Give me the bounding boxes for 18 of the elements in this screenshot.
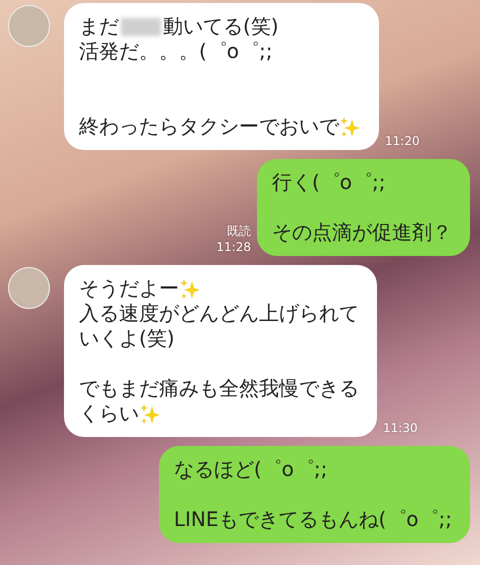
read-receipt: 既読 bbox=[227, 223, 251, 240]
message-time: 11:20 bbox=[385, 134, 420, 148]
avatar[interactable] bbox=[8, 267, 50, 309]
message-text: くらい bbox=[79, 401, 139, 426]
message-text: 終わったらタクシーでおいで bbox=[79, 114, 339, 139]
message-time: 11:28 bbox=[216, 240, 251, 254]
message-text: なるほど(゜o゜;; bbox=[174, 457, 328, 482]
message-text: そうだよー bbox=[79, 276, 179, 301]
message-text: 行く(゜o゜;; bbox=[272, 170, 386, 195]
message-text: その点滴が促進剤？ bbox=[272, 220, 452, 245]
message-text: いくよ(笑) bbox=[79, 326, 175, 351]
message-text: 入る速度がどんどん上げられて bbox=[79, 301, 359, 326]
message-text: LINEもできてるもんね(゜o゜;; bbox=[174, 507, 452, 532]
message-text: でもまだ痛みも全然我慢できる bbox=[79, 376, 359, 401]
message-text: まだ bbox=[79, 14, 119, 39]
message-text: 活発だ。。。(゜o゜;; bbox=[79, 39, 273, 64]
message-time: 11:30 bbox=[383, 421, 418, 435]
message-text: 動いてる(笑) bbox=[163, 14, 279, 39]
